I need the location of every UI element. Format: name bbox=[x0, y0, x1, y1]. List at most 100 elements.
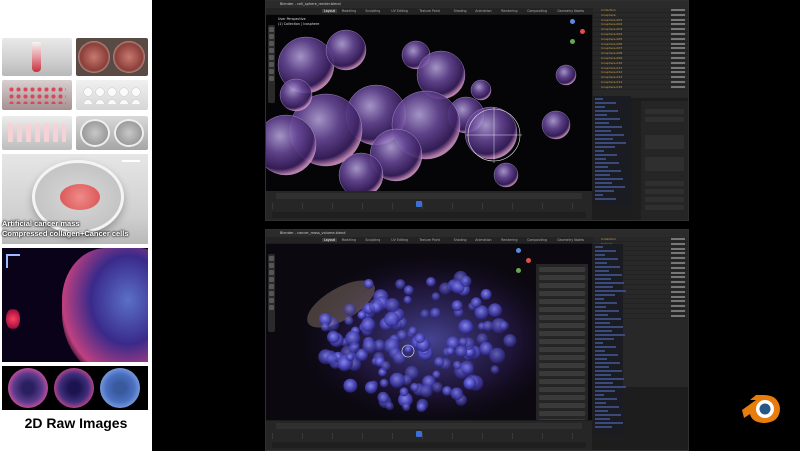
select-tool-icon[interactable] bbox=[269, 256, 274, 261]
visibility-toggle-icon[interactable] bbox=[671, 56, 685, 59]
current-frame-marker[interactable] bbox=[416, 201, 422, 207]
workspace-tab[interactable]: Modeling bbox=[342, 238, 357, 242]
visibility-toggle-icon[interactable] bbox=[671, 271, 685, 274]
measure-tool-icon[interactable] bbox=[269, 76, 274, 81]
workspace-tab[interactable]: Rendering bbox=[501, 9, 517, 13]
workspace-tab[interactable]: Shading bbox=[454, 9, 467, 13]
workspace-tab[interactable]: Texture Paint bbox=[419, 238, 440, 242]
workspace-tab[interactable]: Compositing bbox=[527, 238, 547, 242]
3d-viewport[interactable] bbox=[266, 244, 592, 420]
property-field[interactable] bbox=[645, 189, 684, 194]
rotate-tool-icon[interactable] bbox=[269, 48, 274, 53]
visibility-toggle-icon[interactable] bbox=[671, 28, 685, 31]
visibility-toggle-icon[interactable] bbox=[671, 238, 685, 240]
outliner-row[interactable]: Icosphere.015 bbox=[593, 85, 688, 90]
workspace-tab[interactable]: Shading bbox=[454, 238, 467, 242]
visibility-toggle-icon[interactable] bbox=[671, 71, 685, 74]
property-field[interactable] bbox=[645, 197, 684, 202]
scale-tool-icon[interactable] bbox=[269, 55, 274, 60]
visibility-toggle-icon[interactable] bbox=[671, 61, 685, 64]
tool-shelf[interactable] bbox=[268, 25, 275, 103]
property-field[interactable] bbox=[645, 205, 684, 210]
tool-shelf[interactable] bbox=[268, 254, 275, 332]
workspace-tab[interactable]: Animation bbox=[475, 9, 491, 13]
workspace-tab[interactable]: Layout bbox=[322, 238, 337, 242]
visibility-toggle-icon[interactable] bbox=[671, 66, 685, 69]
workspace-tab[interactable]: Compositing bbox=[527, 9, 547, 13]
playback-controls[interactable] bbox=[276, 423, 582, 429]
annotate-tool-icon[interactable] bbox=[269, 298, 274, 303]
visibility-toggle-icon[interactable] bbox=[671, 281, 685, 284]
visibility-toggle-icon[interactable] bbox=[671, 52, 685, 55]
visibility-toggle-icon[interactable] bbox=[671, 276, 685, 279]
visibility-toggle-icon[interactable] bbox=[671, 47, 685, 50]
transform-tool-icon[interactable] bbox=[269, 291, 274, 296]
visibility-toggle-icon[interactable] bbox=[671, 37, 685, 40]
property-field[interactable] bbox=[539, 275, 585, 280]
property-field[interactable] bbox=[645, 109, 684, 114]
workspace-tab[interactable]: Layout bbox=[322, 9, 337, 13]
cursor-tool-icon[interactable] bbox=[269, 263, 274, 268]
visibility-toggle-icon[interactable] bbox=[671, 18, 685, 21]
property-field[interactable] bbox=[539, 299, 585, 304]
property-field[interactable] bbox=[539, 371, 585, 376]
visibility-toggle-icon[interactable] bbox=[671, 80, 685, 83]
measure-tool-icon[interactable] bbox=[269, 305, 274, 310]
property-field[interactable] bbox=[645, 157, 684, 171]
visibility-toggle-icon[interactable] bbox=[671, 42, 685, 45]
property-field[interactable] bbox=[539, 411, 585, 416]
workspace-tab[interactable]: Rendering bbox=[501, 238, 517, 242]
property-field[interactable] bbox=[539, 315, 585, 320]
playback-controls[interactable] bbox=[276, 193, 582, 199]
property-field[interactable] bbox=[539, 419, 585, 420]
rotate-tool-icon[interactable] bbox=[269, 277, 274, 282]
cursor-tool-icon[interactable] bbox=[269, 34, 274, 39]
annotate-tool-icon[interactable] bbox=[269, 69, 274, 74]
property-field[interactable] bbox=[539, 283, 585, 288]
property-field[interactable] bbox=[539, 363, 585, 368]
frame-ruler[interactable] bbox=[272, 203, 586, 209]
workspace-tab[interactable]: Sculpting bbox=[365, 9, 380, 13]
property-field[interactable] bbox=[539, 379, 585, 384]
3d-viewport[interactable]: User Perspective (1) Collection | Icosph… bbox=[266, 15, 592, 191]
workspace-tab[interactable]: Modeling bbox=[342, 9, 357, 13]
workspace-tab[interactable]: UV Editing bbox=[391, 238, 408, 242]
property-field[interactable] bbox=[539, 347, 585, 352]
current-frame-marker[interactable] bbox=[416, 431, 422, 437]
visibility-toggle-icon[interactable] bbox=[671, 285, 685, 288]
workspace-tab[interactable]: UV Editing bbox=[391, 9, 408, 13]
timeline[interactable] bbox=[266, 421, 592, 450]
visibility-toggle-icon[interactable] bbox=[671, 85, 685, 88]
visibility-toggle-icon[interactable] bbox=[671, 252, 685, 255]
visibility-toggle-icon[interactable] bbox=[671, 32, 685, 35]
visibility-toggle-icon[interactable] bbox=[671, 76, 685, 79]
visibility-toggle-icon[interactable] bbox=[671, 290, 685, 293]
property-field[interactable] bbox=[645, 181, 684, 186]
property-field[interactable] bbox=[539, 355, 585, 360]
select-tool-icon[interactable] bbox=[269, 27, 274, 32]
property-field[interactable] bbox=[539, 291, 585, 296]
property-field[interactable] bbox=[539, 339, 585, 344]
navigation-gizmo[interactable] bbox=[560, 19, 586, 45]
visibility-toggle-icon[interactable] bbox=[671, 314, 685, 317]
workspace-tab[interactable]: Geometry Nodes bbox=[557, 9, 584, 13]
frame-ruler[interactable] bbox=[272, 433, 586, 439]
workspace-tab[interactable]: Animation bbox=[475, 238, 491, 242]
property-field[interactable] bbox=[539, 307, 585, 312]
property-field[interactable] bbox=[539, 395, 585, 400]
property-field[interactable] bbox=[539, 267, 585, 272]
visibility-toggle-icon[interactable] bbox=[671, 266, 685, 269]
visibility-toggle-icon[interactable] bbox=[671, 300, 685, 303]
properties-editor[interactable] bbox=[633, 101, 688, 220]
timeline[interactable] bbox=[266, 191, 592, 220]
properties-tabs[interactable] bbox=[633, 101, 641, 220]
text-editor-panel[interactable] bbox=[593, 244, 626, 434]
visibility-toggle-icon[interactable] bbox=[671, 247, 685, 250]
transform-tool-icon[interactable] bbox=[269, 62, 274, 67]
visibility-toggle-icon[interactable] bbox=[671, 242, 685, 245]
scale-tool-icon[interactable] bbox=[269, 284, 274, 289]
outliner[interactable]: Collection Icosphere Icosphere.001 Icospher… bbox=[593, 8, 688, 98]
visibility-toggle-icon[interactable] bbox=[671, 309, 685, 312]
text-editor-panel[interactable] bbox=[593, 96, 631, 206]
navigation-gizmo[interactable] bbox=[506, 248, 532, 274]
